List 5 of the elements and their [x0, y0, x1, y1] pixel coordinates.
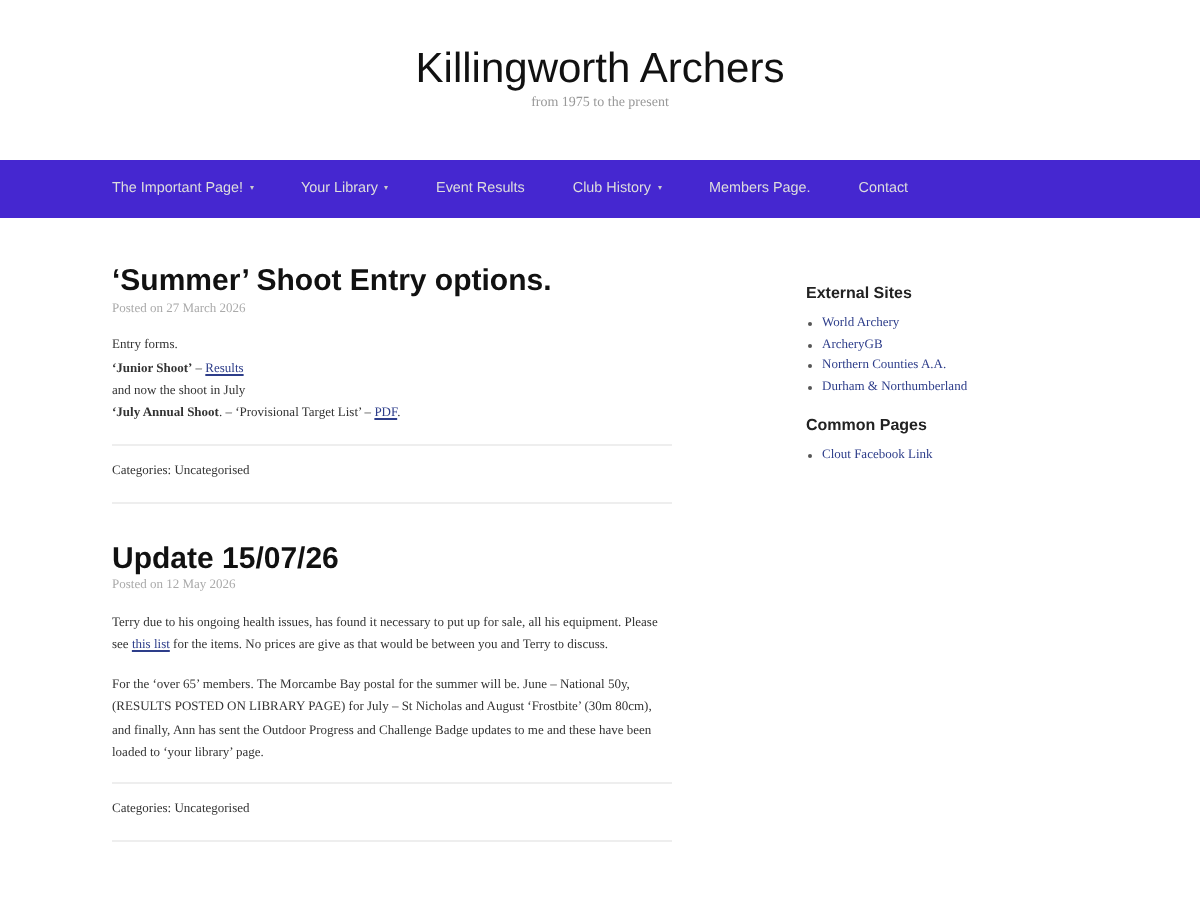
- widget-heading: External Sites: [806, 282, 914, 306]
- post-title[interactable]: ‘Summer’ Shoot Entry options.: [112, 266, 672, 299]
- post-title[interactable]: Update 15/07/26: [112, 543, 672, 577]
- widget-heading: Common Pages: [806, 414, 929, 438]
- site-title: Killingworth Archers: [415, 46, 785, 93]
